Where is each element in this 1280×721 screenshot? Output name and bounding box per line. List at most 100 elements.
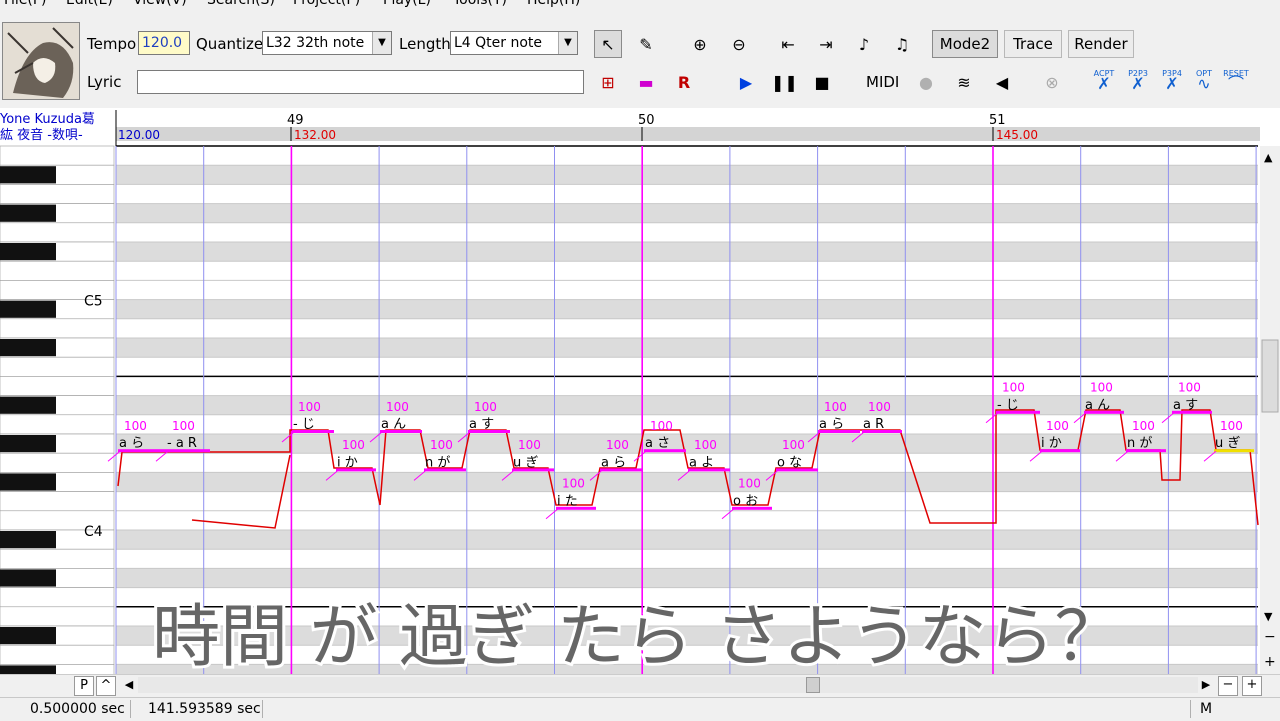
black-key[interactable] [0, 396, 56, 414]
record-icon[interactable]: ● [912, 68, 940, 96]
vzoom-plus-icon[interactable]: + [1264, 654, 1276, 670]
hzoom-plus-icon[interactable]: + [1242, 676, 1262, 696]
p-button[interactable]: P [74, 676, 94, 696]
stop-icon[interactable]: ■ [808, 68, 836, 96]
length-value: L4 Qter note [454, 35, 543, 51]
note-lyric: a す [469, 417, 494, 432]
white-key[interactable] [0, 548, 115, 569]
menu-search[interactable]: Search(S) [207, 0, 275, 8]
tempo-marker[interactable]: 120.00 [118, 128, 160, 142]
note-velocity: 100 [474, 400, 497, 414]
white-key[interactable] [0, 491, 115, 512]
pause-icon[interactable]: ❚❚ [770, 68, 798, 96]
white-key[interactable] [0, 452, 115, 473]
white-key[interactable] [0, 414, 115, 435]
link-icon[interactable]: ⊗ [1038, 68, 1066, 96]
tempo-track[interactable] [116, 127, 1260, 141]
black-key[interactable] [0, 627, 56, 645]
black-key[interactable] [0, 166, 56, 184]
tempo-input[interactable]: 120.0 [138, 31, 190, 55]
pencil-icon[interactable]: ✎ [632, 30, 660, 58]
caret-button[interactable]: ^ [96, 676, 116, 696]
singer-avatar[interactable] [2, 22, 80, 100]
menu-project[interactable]: Project(P) [293, 0, 360, 8]
piano-roll[interactable]: C5 C4 a ら 100 - a R 100 - じ 100 i か 100 a ん 100 n が… [0, 108, 1280, 676]
scroll-up-icon[interactable]: ▲ [1264, 151, 1273, 164]
white-key[interactable] [0, 587, 115, 608]
length-select[interactable]: L4 Qter note ▼ [450, 31, 578, 55]
prev-note-icon[interactable]: ♪ [850, 30, 878, 58]
vertical-scroll-thumb[interactable] [1261, 339, 1279, 413]
menu-view[interactable]: View(V) [133, 0, 187, 8]
next-note-icon[interactable]: ♫ [888, 30, 916, 58]
zoom-out-icon[interactable]: ⊖ [725, 30, 753, 58]
key-lane [116, 376, 1258, 396]
horizontal-scroll-thumb[interactable] [806, 677, 820, 693]
play-icon[interactable]: ▶ [732, 68, 760, 96]
white-key[interactable] [0, 606, 115, 627]
scroll-left-icon[interactable]: ◀ [120, 676, 138, 694]
go-end-icon[interactable]: ⇥ [812, 30, 840, 58]
white-key[interactable] [0, 260, 115, 281]
key-lane [116, 338, 1258, 358]
note-lyric: a ら [819, 417, 844, 432]
curve-reset-icon[interactable]: RESET ⌒ [1222, 68, 1250, 96]
white-key[interactable] [0, 644, 115, 665]
speaker-icon[interactable]: ◀ [988, 68, 1016, 96]
note-lyric: i た [557, 494, 578, 509]
white-key[interactable] [0, 356, 115, 377]
white-key[interactable] [0, 145, 115, 166]
curve-p3p4-icon[interactable]: P3P4 ✗ [1158, 68, 1186, 96]
white-key[interactable] [0, 184, 115, 204]
add-rest-icon[interactable]: R [670, 68, 698, 96]
horizontal-scrollbar[interactable] [138, 677, 1198, 693]
insert-note-icon[interactable]: ⊞ [594, 68, 622, 96]
render-button[interactable]: Render [1068, 30, 1134, 58]
tempo-marker[interactable]: 132.00 [294, 128, 336, 142]
key-lane [116, 434, 1258, 454]
midi-label[interactable]: MIDI [866, 73, 899, 91]
note-lyric: a R [863, 417, 884, 432]
vzoom-minus-icon[interactable]: − [1264, 629, 1276, 645]
menu-edit[interactable]: Edit(E) [66, 0, 113, 8]
curve-p2p3-icon[interactable]: P2P3 ✗ [1124, 68, 1152, 96]
scroll-down-icon[interactable]: ▼ [1264, 610, 1273, 623]
avatar-image [3, 23, 79, 99]
black-key[interactable] [0, 473, 56, 491]
curve-opt-icon[interactable]: OPT ∿ [1190, 68, 1218, 96]
tempo-marker[interactable]: 145.00 [996, 128, 1038, 142]
black-key[interactable] [0, 569, 56, 587]
quantize-select[interactable]: L32 32th note ▼ [262, 31, 392, 55]
curve-acpt-icon[interactable]: ACPT ✗ [1090, 68, 1118, 96]
erase-note-icon[interactable]: ▬ [632, 68, 660, 96]
black-key[interactable] [0, 435, 56, 453]
note-lyric: i か [337, 455, 358, 470]
white-key[interactable] [0, 318, 115, 339]
black-key[interactable] [0, 300, 56, 318]
note-velocity: 100 [1132, 419, 1155, 433]
loop-icon[interactable]: ≋ [950, 68, 978, 96]
note-lyric: u ぎ [513, 455, 538, 470]
mode2-button[interactable]: Mode2 [932, 30, 998, 58]
white-key[interactable] [0, 222, 115, 243]
note-lyric: a ん [381, 417, 406, 432]
black-key[interactable] [0, 243, 56, 261]
black-key[interactable] [0, 531, 56, 549]
track-singer: Yone Kuzuda葛 [0, 112, 95, 127]
note-velocity: 100 [172, 419, 195, 433]
scroll-right-icon[interactable]: ▶ [1198, 676, 1214, 694]
menu-tools[interactable]: Tools(T) [453, 0, 507, 8]
black-key[interactable] [0, 339, 56, 357]
arrow-select-icon[interactable]: ↖ [594, 30, 622, 58]
menu-play[interactable]: Play(L) [383, 0, 431, 8]
lyric-input[interactable] [137, 70, 584, 94]
menu-help[interactable]: Help(H) [527, 0, 580, 8]
white-key[interactable] [0, 376, 115, 396]
go-start-icon[interactable]: ⇤ [774, 30, 802, 58]
zoom-in-icon[interactable]: ⊕ [686, 30, 714, 58]
note-lyric: a す [1173, 398, 1198, 413]
black-key[interactable] [0, 204, 56, 222]
menu-file[interactable]: File(F) [4, 0, 46, 8]
hzoom-minus-icon[interactable]: − [1218, 676, 1238, 696]
trace-button[interactable]: Trace [1004, 30, 1062, 58]
